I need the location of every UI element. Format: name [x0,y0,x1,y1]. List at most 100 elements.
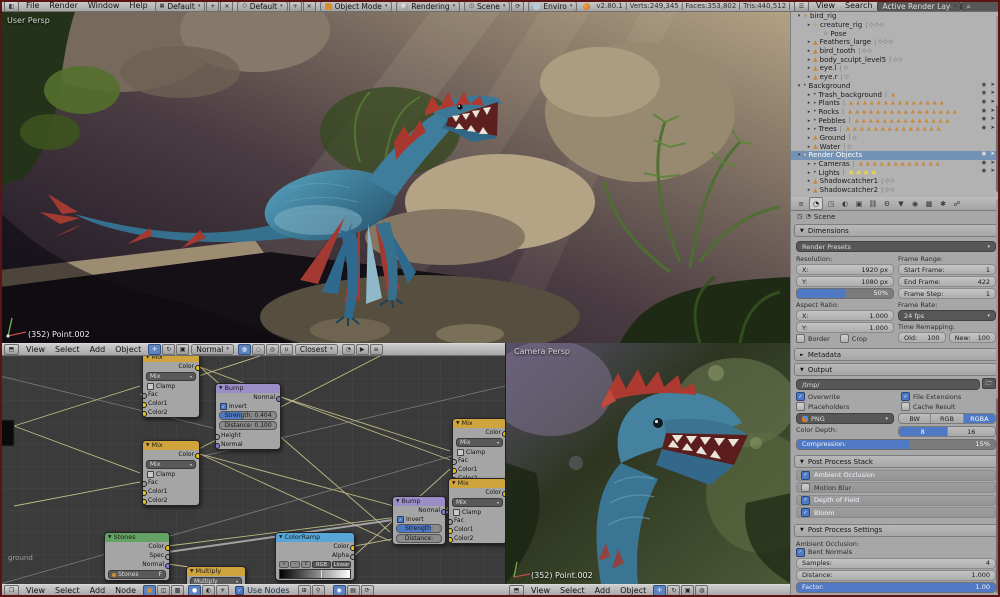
node-socket[interactable] [449,527,453,534]
node-socket[interactable] [350,544,354,551]
expander-icon[interactable]: ▸ [805,39,813,45]
node-mix[interactable]: ▼MixColorMix▾ClampFacColor1Color2 [142,440,200,506]
percentage-slider[interactable]: 50% [796,288,894,299]
expander-icon[interactable]: ▸ [805,126,813,132]
menu-render[interactable]: Render [44,1,82,11]
panel-output[interactable]: ▼ Output [794,363,998,376]
outliner-row[interactable]: ▸ • Trash_background | ▲ ◉ ➤ [791,90,1000,99]
node-title[interactable]: ▼ Mix [143,441,199,450]
node-mix[interactable]: ▼MixColorMix▾ClampFacColor1Color2 [448,478,505,544]
renderability-icon[interactable]: ➤ [990,125,995,131]
texture-nodes-icon[interactable]: ▩ [171,585,185,596]
expander-icon[interactable]: ▸ [805,144,813,150]
menu-window[interactable]: Window [83,1,125,11]
composite-nodes-icon[interactable]: ◫ [157,585,171,596]
tab-data[interactable]: ▼ [895,198,907,209]
expander-icon[interactable]: ▸ [805,92,813,98]
overwrite-checkbox[interactable]: ✓ Overwrite [796,392,891,401]
outliner-row[interactable]: ▸ ▲ bird_tooth | ◇◇ [791,47,1000,56]
expander-icon[interactable]: ▾ [795,13,803,19]
tab-render-settings[interactable]: ≡ [795,198,807,209]
node-socket[interactable] [143,410,147,417]
outliner-row[interactable]: ▸ • Trees | ▲ ▲ ▲ ▲ ▲ ▲ ▲ ▲ ▲ ▲ ▲ ▲ ▲ ▲ ◉ ➤ [791,125,1000,134]
translate-manipulator-icon[interactable]: ✛ [148,344,162,355]
number-field-old[interactable]: Old: 100 [898,332,946,343]
outliner-row[interactable]: ▸ • Cameras | ▲ ▲ ▲ ▲ ▲ ▲ ▲ ▲ ▲ ▲ ▲ ▲ ◉ ➤ [791,160,1000,169]
renderability-icon[interactable]: ➤ [990,151,995,157]
expander-icon[interactable]: ▾ [795,152,803,158]
outliner-row[interactable]: ▸ ▲ Feathers_large | ◇◇◇ [791,38,1000,47]
tab-physics[interactable]: ☍ [951,198,963,209]
number-field-new[interactable]: New: 100 [948,332,996,343]
node-socket[interactable] [143,498,147,505]
node-socket[interactable] [165,562,169,569]
expander-icon[interactable]: ▸ [805,48,813,54]
render-presets-dropdown[interactable]: Render Presets ▾ [796,241,996,252]
node-title[interactable]: ▼ Bump [393,497,445,506]
node-bump[interactable]: ▼BumpNormal✓InvertStrength: 1.100Distanc… [392,496,446,545]
proportional-edit-icon[interactable]: ◌ [251,344,265,355]
camera-view-editor-icon[interactable]: ⬒ [509,585,524,596]
output-path-field[interactable]: /tmp/ [796,379,980,390]
renderability-icon[interactable]: ➤ [990,116,995,122]
scene-dropdown[interactable]: ⬡ Default ▾ [237,1,288,11]
material-type-icon[interactable]: ● [188,585,202,596]
delete-layout-button[interactable]: ✕ [220,1,234,11]
menu-file[interactable]: File [21,1,44,11]
outliner-row[interactable]: ▸ ▲ Shadowcatcher1 | ◇◇ [791,177,1000,186]
camera-viewport[interactable]: Camera Persp (352) Point.002 [505,343,791,584]
backdrop-icon[interactable]: ▤ [346,585,360,596]
node-bump[interactable]: ▼ Bump Normal ✓ Invert Strength: 0.404 Distanc… [215,383,281,450]
node-dropdown[interactable]: Mix ▾ [456,438,503,447]
post-stack-depth-of-field[interactable]: ✓ Depth of Field [796,494,996,506]
number-field-x[interactable]: X: 1.000 [796,310,894,321]
node-socket[interactable] [216,442,220,449]
renderability-icon[interactable]: ➤ [990,108,995,114]
proportional-falloff-icon[interactable]: ◎ [265,344,279,355]
node-socket[interactable] [216,433,220,440]
cache-result-checkbox[interactable]: Cache Result [901,402,996,411]
node-socket[interactable] [449,518,453,525]
visibility-eye-icon[interactable]: ◉ [982,82,987,88]
node-value-strength[interactable]: Strength: 0.404 [219,411,277,420]
expander-icon[interactable]: ▸ [805,178,813,184]
number-field-y[interactable]: Y: 1.000 [796,322,894,333]
post-stack-ambient-occlusion[interactable]: ✓ Ambient Occlusion [796,469,996,481]
outliner-row[interactable]: ▸ • Rocks | ▲ ▲ ▲ ▲ ▲ ▲ ▲ ▲ ▲ ▲ ▲ ▲ ▲ ▲ ▲ ▲ … [791,108,1000,117]
snap-magnet-icon[interactable]: ∪ [279,344,293,355]
menu-view[interactable]: View [526,586,555,596]
node-editor-icon[interactable]: ❒ [4,585,19,596]
mode-dropdown[interactable]: Object Mode ▾ [319,1,393,11]
header-extra-icon[interactable]: ≡ [369,344,383,355]
screen-layout-dropdown[interactable]: ▦ Default ▾ [154,1,206,11]
shader-nodes-icon[interactable] [143,585,157,596]
color-mode-bw[interactable]: BW [899,414,932,423]
outliner-row[interactable]: ▸ • Plants | ▲ ▲ ▲ ▲ ▲ ▲ ▲ ▲ ▲ ▲ ▲ ▲ ▲ ▲ ◉ ➤ [791,99,1000,108]
outliner-search-input[interactable]: ⌕ [961,1,1000,11]
file-extensions-checkbox[interactable]: ✓ File Extensions [901,392,996,401]
panel-metadata[interactable]: ► Metadata [794,348,998,361]
post-stack-bloom[interactable]: ✓ Bloom [796,507,996,518]
transform-orientation-dropdown[interactable]: Normal ▾ [191,344,234,355]
expander-icon[interactable]: ▸ [805,118,813,124]
expander-icon[interactable]: ▸ [805,65,813,71]
outliner-row[interactable]: ▸ ▲ Ground | ◇ [791,134,1000,143]
outliner-row[interactable]: ▸ ▲ eye.l | ◇ [791,64,1000,73]
menu-node[interactable]: Node [110,586,141,596]
number-field-distance[interactable]: Distance: 1.000 [796,569,996,581]
add-scene-button[interactable]: + [288,1,302,11]
node-socket[interactable] [143,401,147,408]
outliner-row[interactable]: ▸ • Lights | ● ● ● ● ◉ ➤ [791,168,1000,177]
renderability-icon[interactable]: ➤ [990,82,995,88]
tab-scene[interactable]: ◳ [825,198,837,209]
menu-select[interactable]: Select [50,586,85,596]
node-title[interactable]: ▼ Mix [453,419,505,428]
slider-factor[interactable]: Factor: 1.00 [796,581,996,593]
node-editor[interactable]: ▼ Mix Color Mix ▾ Clamp Fac Color1 Color2 ▼ Bump No… [0,356,505,584]
node-stones[interactable]: ▼ Stones Color Spec Normal Stones F [104,532,170,581]
active-scene-dropdown[interactable]: ◳ Scene ▾ [464,1,511,11]
node-socket[interactable] [143,489,147,496]
node-socket[interactable] [276,395,280,402]
visibility-eye-icon[interactable]: ◉ [982,125,987,131]
tab-material[interactable]: ◉ [909,198,921,209]
